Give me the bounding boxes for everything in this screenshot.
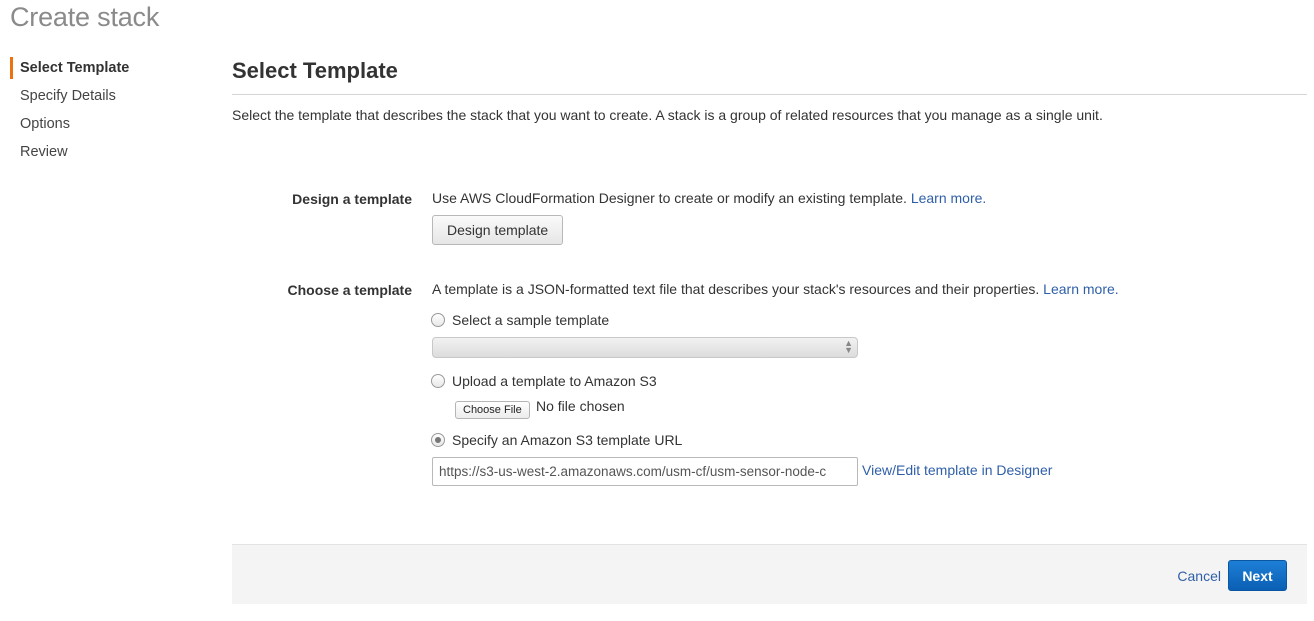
file-status-text: No file chosen	[536, 398, 625, 414]
design-template-button[interactable]: Design template	[432, 215, 564, 245]
design-template-label: Design a template	[292, 191, 412, 207]
sidebar-item-select-template[interactable]: Select Template	[0, 56, 200, 84]
select-arrows-icon: ▲ ▼	[844, 338, 853, 355]
radio-sample-label: Select a sample template	[452, 312, 610, 328]
choose-learn-more-link[interactable]: Learn more.	[1043, 281, 1118, 297]
radio-sample-template[interactable]: Select a sample template	[431, 312, 609, 328]
wizard-steps-sidebar: Select Template Specify Details Options …	[0, 56, 200, 168]
choose-template-description: A template is a JSON-formatted text file…	[432, 281, 1119, 297]
sidebar-item-options[interactable]: Options	[0, 112, 200, 140]
wizard-footer: Cancel Next	[232, 544, 1307, 604]
radio-sample-indicator[interactable]	[431, 313, 445, 327]
design-description-text: Use AWS CloudFormation Designer to creat…	[432, 190, 907, 206]
design-template-description: Use AWS CloudFormation Designer to creat…	[432, 190, 986, 206]
intro-text: Select the template that describes the s…	[232, 107, 1103, 123]
sidebar-item-specify-details[interactable]: Specify Details	[0, 84, 200, 112]
radio-s3-url-indicator[interactable]	[431, 433, 445, 447]
view-edit-in-designer-link[interactable]: View/Edit template in Designer	[862, 462, 1052, 478]
main-content: Select Template Select the template that…	[232, 56, 1307, 123]
radio-upload-template[interactable]: Upload a template to Amazon S3	[431, 373, 657, 389]
section-title: Select Template	[232, 56, 1307, 95]
radio-upload-label: Upload a template to Amazon S3	[452, 373, 657, 389]
radio-upload-indicator[interactable]	[431, 374, 445, 388]
design-learn-more-link[interactable]: Learn more.	[911, 190, 986, 206]
choose-template-label: Choose a template	[287, 282, 412, 298]
sample-template-select[interactable]: ▲ ▼	[432, 337, 858, 358]
sidebar-item-review[interactable]: Review	[0, 140, 200, 168]
choose-description-text: A template is a JSON-formatted text file…	[432, 281, 1040, 297]
page-title: Create stack	[10, 2, 160, 32]
s3-template-url-input[interactable]: https://s3-us-west-2.amazonaws.com/usm-c…	[432, 457, 858, 486]
choose-file-button[interactable]: Choose File	[455, 401, 530, 419]
radio-s3-url-label: Specify an Amazon S3 template URL	[452, 432, 683, 448]
radio-s3-url[interactable]: Specify an Amazon S3 template URL	[431, 432, 682, 448]
cancel-link[interactable]: Cancel	[1177, 568, 1221, 584]
next-button[interactable]: Next	[1228, 560, 1287, 591]
